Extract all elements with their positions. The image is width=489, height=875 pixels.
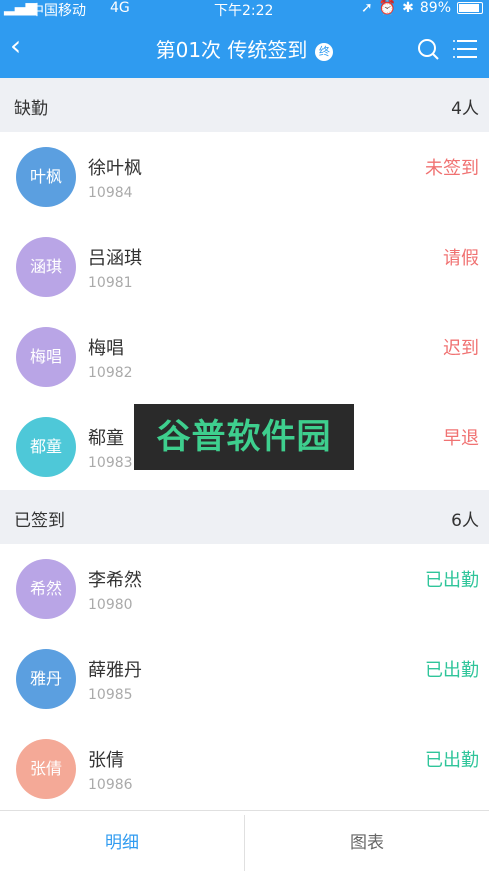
clock: 下午2:22 bbox=[214, 3, 274, 19]
student-row[interactable]: 叶枫 徐叶枫 10984 未签到 bbox=[0, 132, 489, 223]
avatar: 张倩 bbox=[16, 739, 76, 799]
student-name: 李希然 bbox=[88, 570, 142, 591]
student-row[interactable]: 梅唱 梅唱 10982 迟到 bbox=[0, 312, 489, 403]
student-id: 10986 bbox=[88, 777, 133, 793]
avatar: 雅丹 bbox=[16, 649, 76, 709]
list-menu-icon[interactable] bbox=[453, 38, 477, 60]
student-name: 张倩 bbox=[88, 750, 124, 771]
student-id: 10981 bbox=[88, 275, 133, 291]
ended-badge: 终 bbox=[315, 42, 334, 61]
bottom-tab-bar: 明细 图表 bbox=[0, 810, 489, 875]
student-id: 10983 bbox=[88, 455, 133, 471]
attendance-status: 迟到 bbox=[443, 338, 479, 359]
alarm-icon: ⏰ bbox=[378, 0, 397, 16]
attendance-status: 早退 bbox=[443, 428, 479, 449]
battery-percent: 89% bbox=[419, 0, 451, 16]
tab-chart[interactable]: 图表 bbox=[245, 811, 489, 875]
section-label: 已签到 bbox=[14, 511, 65, 531]
student-row[interactable]: 张倩 张倩 10986 已出勤 bbox=[0, 724, 489, 810]
student-id: 10980 bbox=[88, 597, 133, 613]
nav-bar: ‹ 第01次 传统签到终 bbox=[0, 18, 489, 78]
attendance-status: 请假 bbox=[443, 248, 479, 269]
student-name: 薛雅丹 bbox=[88, 660, 142, 681]
avatar: 叶枫 bbox=[16, 147, 76, 207]
avatar: 梅唱 bbox=[16, 327, 76, 387]
battery-icon bbox=[457, 2, 483, 14]
status-right: ➚ ⏰ ✱ 89% bbox=[361, 0, 483, 16]
location-icon: ➚ bbox=[360, 0, 373, 16]
watermark: 谷普软件园 bbox=[134, 404, 354, 470]
attendance-status: 已出勤 bbox=[425, 750, 479, 771]
section-count: 4人 bbox=[451, 99, 479, 119]
student-row[interactable]: 希然 李希然 10980 已出勤 bbox=[0, 544, 489, 635]
section-label: 缺勤 bbox=[14, 99, 48, 119]
page-title-text: 第01次 传统签到 bbox=[155, 38, 308, 62]
section-count: 6人 bbox=[451, 511, 479, 531]
carrier-label: 中国移动 bbox=[30, 3, 86, 19]
student-row[interactable]: 雅丹 薛雅丹 10985 已出勤 bbox=[0, 634, 489, 725]
student-id: 10984 bbox=[88, 185, 133, 201]
avatar: 都童 bbox=[16, 417, 76, 477]
student-id: 10985 bbox=[88, 687, 133, 703]
student-name: 郗童 bbox=[88, 428, 124, 449]
student-name: 梅唱 bbox=[88, 338, 124, 359]
student-name: 吕涵琪 bbox=[88, 248, 142, 269]
avatar: 涵琪 bbox=[16, 237, 76, 297]
student-name: 徐叶枫 bbox=[88, 158, 142, 179]
section-header-signed-in: 已签到 6人 bbox=[0, 490, 489, 544]
student-row[interactable]: 涵琪 吕涵琪 10981 请假 bbox=[0, 222, 489, 313]
attendance-status: 已出勤 bbox=[425, 570, 479, 591]
attendance-status: 未签到 bbox=[425, 158, 479, 179]
attendance-status: 已出勤 bbox=[425, 660, 479, 681]
search-icon[interactable] bbox=[417, 38, 439, 60]
section-header-absent: 缺勤 4人 bbox=[0, 78, 489, 132]
tab-detail[interactable]: 明细 bbox=[0, 811, 244, 875]
bluetooth-icon: ✱ bbox=[402, 0, 414, 16]
avatar: 希然 bbox=[16, 559, 76, 619]
status-bar: ▂▄▆ 中国移动 4G 下午2:22 ➚ ⏰ ✱ 89% bbox=[0, 0, 489, 19]
network-label: 4G bbox=[110, 0, 130, 16]
student-id: 10982 bbox=[88, 365, 133, 381]
page-title: 第01次 传统签到终 bbox=[0, 34, 489, 63]
